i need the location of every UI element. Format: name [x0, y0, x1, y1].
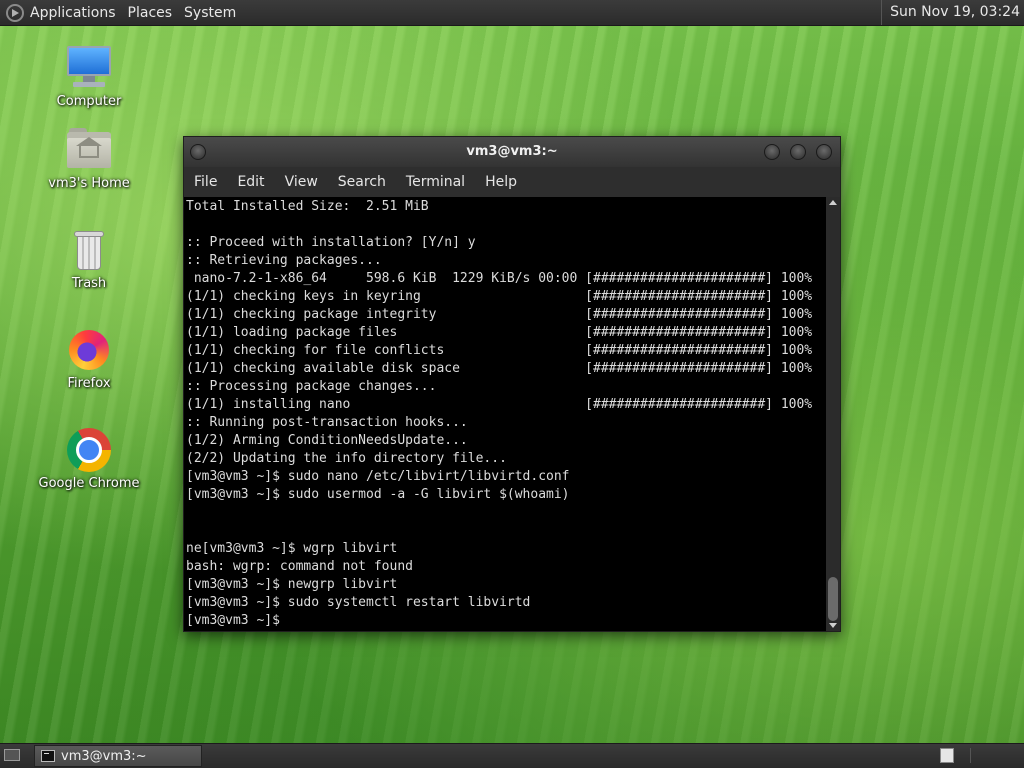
- home-folder-icon: [65, 126, 113, 174]
- window-title: vm3@vm3:~: [466, 144, 558, 159]
- desktop-icon-label: Computer: [56, 94, 122, 109]
- terminal-line: [vm3@vm3 ~]$ sudo systemctl restart libv…: [186, 595, 531, 610]
- menu-system[interactable]: System: [178, 5, 242, 21]
- computer-icon: [65, 44, 113, 92]
- terminal-line: nano-7.2-1-x86_64 598.6 KiB 1229 KiB/s 0…: [186, 271, 813, 286]
- terminal-menubar: File Edit View Search Terminal Help: [184, 167, 840, 197]
- maximize-button[interactable]: [790, 144, 806, 160]
- terminal-line: ne[vm3@vm3 ~]$ wgrp libvirt: [186, 541, 398, 556]
- menu-file[interactable]: File: [184, 174, 227, 190]
- menu-search[interactable]: Search: [328, 174, 396, 190]
- terminal-output[interactable]: Total Installed Size: 2.51 MiB:: Proceed…: [184, 197, 826, 631]
- terminal-line: :: Proceed with installation? [Y/n] y: [186, 235, 476, 250]
- menu-edit[interactable]: Edit: [227, 174, 274, 190]
- terminal-icon: [41, 750, 55, 762]
- menu-view[interactable]: View: [275, 174, 328, 190]
- desktop-icon-firefox[interactable]: Firefox: [34, 326, 144, 391]
- desktop-icon-label: Trash: [71, 276, 107, 291]
- minimize-button[interactable]: [764, 144, 780, 160]
- window-titlebar[interactable]: vm3@vm3:~: [184, 137, 840, 167]
- desktop-icon-home[interactable]: vm3's Home: [34, 126, 144, 191]
- workspace-switcher-2[interactable]: [970, 748, 1021, 763]
- scroll-up-icon[interactable]: [829, 200, 837, 205]
- menu-applications[interactable]: Applications: [24, 5, 122, 21]
- terminal-line: (1/1) checking package integrity [######…: [186, 307, 813, 322]
- terminal-line: [vm3@vm3 ~]$ newgrp libvirt: [186, 577, 398, 592]
- terminal-line: (1/1) checking keys in keyring [########…: [186, 289, 813, 304]
- main-menu-logo-icon[interactable]: [6, 3, 24, 22]
- desktop-icon-label: vm3's Home: [48, 176, 130, 191]
- terminal-line: :: Retrieving packages...: [186, 253, 382, 268]
- top-panel: Applications Places System Sun Nov 19, 0…: [0, 0, 1024, 26]
- scroll-down-icon[interactable]: [829, 623, 837, 628]
- workspace-switcher-1[interactable]: [940, 748, 954, 763]
- terminal-window[interactable]: vm3@vm3:~ File Edit View Search Terminal…: [183, 136, 841, 632]
- bottom-panel: vm3@vm3:~: [0, 743, 1024, 768]
- terminal-line: :: Processing package changes...: [186, 379, 437, 394]
- clock[interactable]: Sun Nov 19, 03:24: [881, 0, 1020, 25]
- trash-icon: [65, 226, 113, 274]
- close-button[interactable]: [816, 144, 832, 160]
- firefox-icon: [65, 326, 113, 374]
- scrollbar-thumb[interactable]: [828, 577, 838, 621]
- terminal-line: [vm3@vm3 ~]$ sudo nano /etc/libvirt/libv…: [186, 469, 570, 484]
- terminal-line: (1/1) installing nano [#################…: [186, 397, 813, 412]
- terminal-line: (1/1) loading package files [###########…: [186, 325, 813, 340]
- show-desktop-icon[interactable]: [2, 747, 22, 764]
- desktop-icon-label: Firefox: [67, 376, 111, 391]
- terminal-line: (1/1) checking for file conflicts [#####…: [186, 343, 813, 358]
- menu-places[interactable]: Places: [122, 5, 179, 21]
- terminal-line: [vm3@vm3 ~]$: [186, 613, 288, 628]
- terminal-scrollbar[interactable]: [826, 197, 840, 631]
- desktop-icon-chrome[interactable]: Google Chrome: [34, 426, 144, 491]
- terminal-line: (1/2) Arming ConditionNeedsUpdate...: [186, 433, 468, 448]
- menu-terminal[interactable]: Terminal: [396, 174, 475, 190]
- terminal-line: (2/2) Updating the info directory file..…: [186, 451, 507, 466]
- terminal-line: Total Installed Size: 2.51 MiB: [186, 199, 429, 214]
- chrome-icon: [65, 426, 113, 474]
- terminal-line: (1/1) checking available disk space [###…: [186, 361, 813, 376]
- taskbar-button-label: vm3@vm3:~: [61, 748, 147, 764]
- terminal-line: :: Running post-transaction hooks...: [186, 415, 468, 430]
- desktop-icon-trash[interactable]: Trash: [34, 226, 144, 291]
- terminal-line: bash: wgrp: command not found: [186, 559, 413, 574]
- terminal-line: [vm3@vm3 ~]$ sudo usermod -a -G libvirt …: [186, 487, 570, 502]
- menu-help[interactable]: Help: [475, 174, 527, 190]
- window-menu-button[interactable]: [190, 144, 206, 160]
- taskbar-button-terminal[interactable]: vm3@vm3:~: [34, 745, 202, 767]
- desktop-icon-label: Google Chrome: [38, 476, 140, 491]
- desktop-icon-computer[interactable]: Computer: [34, 44, 144, 109]
